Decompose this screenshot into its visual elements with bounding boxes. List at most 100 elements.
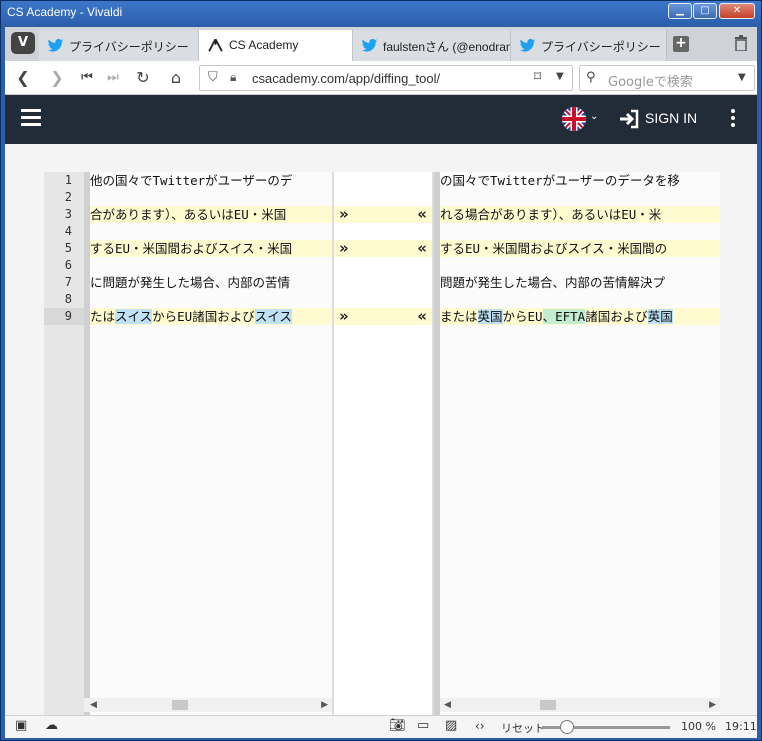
zoom-level: 100 %: [681, 720, 716, 733]
line-number: 8: [64, 292, 72, 306]
copy-left-button[interactable]: «: [417, 308, 427, 325]
changed-word: 英国: [477, 309, 503, 324]
trash-icon[interactable]: [734, 35, 750, 53]
minimize-button[interactable]: ▁: [668, 3, 692, 19]
sync-cloud-icon[interactable]: ☁: [45, 718, 58, 733]
fast-forward-icon[interactable]: ⏭: [103, 68, 123, 88]
tab-privacy-policy-1[interactable]: プライバシーポリシー: [39, 30, 199, 61]
right-editor[interactable]: の国々でTwitterがユーザーのデータを移 れる場合があります）、あるいはEU…: [434, 172, 720, 715]
window-title: CS Academy - Vivaldi: [7, 5, 123, 19]
line-number: 9: [44, 308, 84, 325]
copy-left-button[interactable]: «: [417, 206, 427, 223]
twitter-icon: [361, 39, 378, 52]
text-segment: たは: [90, 309, 116, 324]
right-code-line-changed[interactable]: するEU・米国間およびスイス・米国間の: [440, 240, 720, 257]
right-code-line[interactable]: 問題が発生した場合、内部の苦情解決プ: [440, 274, 720, 291]
navigation-bar: ❮ ❯ ⏮ ⏭ ↻ ⌂ ⛉ 🔒︎ csacademy.com/app/diffi…: [5, 61, 757, 95]
new-tab-button[interactable]: +: [673, 36, 689, 52]
panel-toggle-icon[interactable]: ▣: [15, 718, 27, 733]
back-icon[interactable]: ❮: [13, 68, 33, 88]
left-editor[interactable]: 1 2 3 4 5 6 7 8 9 他の国々でTwitterがユーザーのデ 合が…: [44, 172, 332, 715]
page-actions-icon[interactable]: ‹›: [475, 719, 485, 733]
copy-right-button[interactable]: »: [339, 206, 349, 223]
image-icon[interactable]: ▨: [445, 718, 457, 733]
merge-row: » «: [334, 206, 432, 223]
changed-word: 英国: [647, 309, 673, 324]
maximize-button[interactable]: □: [693, 3, 717, 19]
tab-cs-academy[interactable]: CS Academy: [199, 30, 353, 61]
left-horizontal-scrollbar[interactable]: ◀ ▶: [84, 698, 332, 712]
right-code-line[interactable]: の国々でTwitterがユーザーのデータを移: [440, 172, 720, 189]
camera-icon[interactable]: 📷︎: [389, 718, 406, 733]
address-bar[interactable]: ⛉ 🔒︎ csacademy.com/app/diffing_tool/ ⌑ ▼: [199, 65, 573, 91]
vivaldi-menu-icon[interactable]: V: [11, 32, 35, 54]
more-options-icon[interactable]: [731, 109, 735, 113]
line-number: 3: [64, 207, 72, 221]
twitter-icon: [47, 39, 64, 52]
language-chevron-icon[interactable]: ⌄: [590, 111, 598, 122]
line-number: 5: [64, 241, 72, 255]
zoom-slider-knob[interactable]: [560, 720, 574, 734]
text-segment: からEU: [502, 309, 543, 324]
twitter-icon: [519, 39, 536, 52]
tab-privacy-policy-2[interactable]: プライバシーポリシー: [511, 30, 667, 61]
menu-icon[interactable]: [21, 109, 41, 112]
scroll-right-arrow-icon[interactable]: ▶: [709, 698, 716, 712]
left-code-line-changed[interactable]: 合があります）、あるいはEU・米国: [90, 206, 332, 223]
tab-faulsten[interactable]: faulstenさん (@enodran: [353, 30, 511, 61]
browser-window: CS Academy - Vivaldi ▁ □ ✕ V プライバシーポリシー …: [0, 0, 762, 741]
shield-icon[interactable]: ⛉: [208, 70, 218, 85]
copy-left-button[interactable]: «: [417, 240, 427, 257]
scroll-thumb[interactable]: [540, 700, 556, 710]
uk-flag-icon[interactable]: [562, 107, 586, 131]
search-field[interactable]: ⚲ Googleで検索 ▼: [579, 65, 755, 91]
app-header: ⌄ SIGN IN: [5, 95, 757, 144]
merge-gutter: » « » « » «: [332, 172, 434, 715]
right-code-line-changed[interactable]: れる場合があります）、あるいはEU・米: [440, 206, 720, 223]
right-code-line-changed[interactable]: または英国からEU、EFTA諸国および英国: [440, 308, 720, 325]
right-horizontal-scrollbar[interactable]: ◀ ▶: [440, 698, 720, 712]
reload-icon[interactable]: ↻: [133, 68, 153, 88]
search-engine-dropdown-icon[interactable]: ▼: [738, 72, 746, 83]
copy-right-button[interactable]: »: [339, 240, 349, 257]
sign-in-icon[interactable]: [618, 108, 640, 130]
lock-icon: 🔒︎: [230, 70, 237, 84]
text-segment: からEU諸国および: [152, 309, 255, 324]
line-number: 6: [64, 258, 72, 272]
sign-in-button[interactable]: SIGN IN: [645, 110, 697, 126]
scroll-right-arrow-icon[interactable]: ▶: [321, 698, 328, 712]
text-segment: または: [440, 309, 478, 324]
line-number: 2: [64, 190, 72, 204]
left-code-line-changed[interactable]: たはスイスからEU諸国およびスイス: [90, 308, 332, 325]
clock: 19:11: [725, 720, 757, 733]
forward-icon[interactable]: ❯: [47, 68, 67, 88]
title-bar: CS Academy - Vivaldi ▁ □ ✕: [1, 1, 761, 25]
added-word: 、EFTA: [542, 309, 586, 324]
merge-row: » «: [334, 308, 432, 325]
chevron-down-icon[interactable]: ▼: [556, 71, 564, 82]
copy-right-button[interactable]: »: [339, 308, 349, 325]
line-number: 1: [64, 173, 72, 187]
scroll-left-arrow-icon[interactable]: ◀: [90, 698, 97, 712]
csacademy-icon: [208, 38, 223, 52]
zoom-reset-button[interactable]: リセット: [501, 720, 545, 736]
home-icon[interactable]: ⌂: [166, 68, 186, 88]
status-bar: ▣ ☁ 📷︎ ▭ ▨ ‹› リセット 100 % 19:11: [5, 715, 757, 738]
bookmark-icon[interactable]: ⌑: [534, 69, 541, 85]
tab-bar: V プライバシーポリシー CS Academy faulstenさん (@eno…: [5, 27, 757, 61]
left-code-line[interactable]: 他の国々でTwitterがユーザーのデ: [90, 172, 332, 189]
left-code-line-changed[interactable]: するEU・米国間およびスイス・米国: [90, 240, 332, 257]
line-number: 7: [64, 275, 72, 289]
diff-tool-area: 1 2 3 4 5 6 7 8 9 他の国々でTwitterがユーザーのデ 合が…: [5, 144, 757, 715]
scroll-thumb[interactable]: [172, 700, 188, 710]
scroll-left-arrow-icon[interactable]: ◀: [444, 698, 451, 712]
search-icon: ⚲: [586, 70, 596, 85]
close-button[interactable]: ✕: [719, 3, 755, 19]
left-code-line[interactable]: に問題が発生した場合、内部の苦情: [90, 274, 332, 291]
changed-word: スイス: [115, 309, 153, 324]
merge-row: » «: [334, 240, 432, 257]
rewind-icon[interactable]: ⏮: [77, 68, 97, 88]
line-number: 4: [64, 224, 72, 238]
url-text[interactable]: csacademy.com/app/diffing_tool/: [252, 71, 440, 86]
page-tiling-icon[interactable]: ▭: [417, 718, 429, 733]
